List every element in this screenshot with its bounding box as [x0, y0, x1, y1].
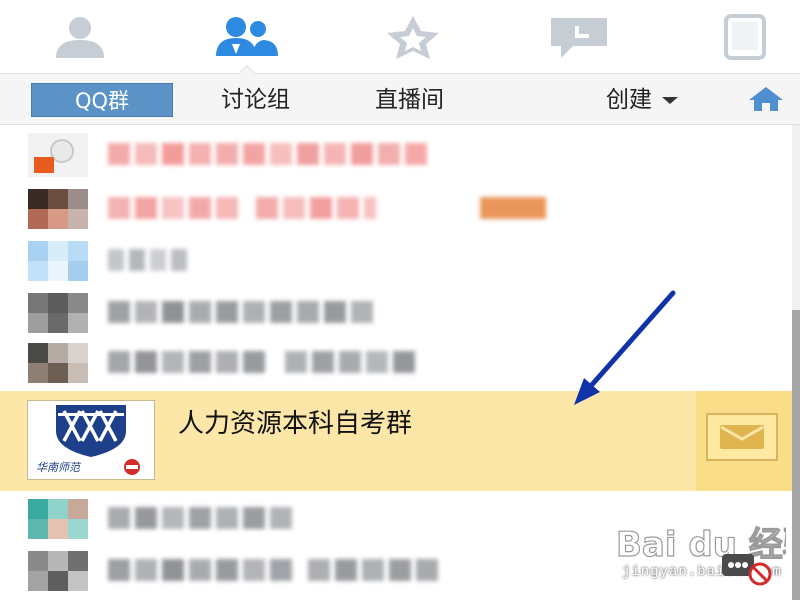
avatar	[28, 551, 90, 591]
list-item[interactable]	[0, 183, 792, 235]
blurred-group-name	[108, 143, 432, 167]
scrollbar-thumb[interactable]	[792, 310, 800, 600]
list-item[interactable]	[0, 287, 792, 339]
tablet-icon	[724, 13, 766, 60]
avatar	[28, 133, 88, 177]
tab-device[interactable]	[690, 0, 800, 73]
blurred-group-name	[108, 249, 192, 273]
envelope-icon	[720, 425, 764, 449]
avatar	[28, 189, 90, 229]
star-icon	[387, 15, 439, 59]
blocked-group-indicator	[722, 552, 774, 590]
avatar	[28, 241, 90, 281]
home-button[interactable]	[748, 86, 784, 116]
create-dropdown[interactable]: 创建	[606, 83, 678, 117]
list-item[interactable]	[0, 129, 792, 181]
group-icon	[216, 16, 278, 56]
lightbulb-icon	[28, 133, 88, 177]
blurred-group-name	[108, 197, 381, 221]
active-tab-pointer	[238, 65, 256, 74]
tab-discussion[interactable]: 讨论组	[198, 83, 313, 117]
tab-contacts[interactable]	[25, 0, 135, 73]
group-name: 人力资源本科自考群	[178, 409, 413, 439]
chat-bubble-icon	[551, 17, 607, 58]
list-scrollbar[interactable]	[792, 125, 800, 600]
tab-groups[interactable]	[192, 0, 302, 74]
tab-live-room[interactable]: 直播间	[352, 83, 467, 117]
group-message-area	[696, 391, 792, 491]
create-label: 创建	[606, 87, 652, 113]
avatar	[28, 293, 90, 333]
list-item-selected[interactable]: 华南师范 人力资源本科自考群	[0, 391, 792, 491]
chevron-down-icon	[662, 96, 678, 104]
no-entry-icon	[722, 554, 772, 586]
group-sub-tab-bar: QQ群 讨论组 直播间 创建	[0, 74, 800, 125]
blurred-group-name	[108, 301, 378, 325]
tab-qq-group[interactable]: QQ群	[31, 83, 173, 117]
send-message-button[interactable]	[706, 413, 778, 461]
tab-favorites[interactable]	[358, 0, 468, 73]
avatar: 华南师范	[27, 400, 155, 480]
tab-messages[interactable]	[524, 0, 634, 73]
blurred-group-name	[108, 351, 420, 375]
school-badge-text: 华南师范	[36, 461, 80, 474]
blurred-group-name	[108, 507, 297, 531]
list-item[interactable]	[0, 337, 792, 389]
blurred-group-name	[108, 559, 443, 583]
list-item[interactable]	[0, 235, 792, 287]
avatar	[28, 343, 90, 383]
blurred-badge	[480, 197, 551, 221]
home-icon	[749, 87, 783, 111]
contact-icon	[56, 16, 104, 58]
main-tab-bar	[0, 0, 800, 74]
avatar	[28, 499, 90, 539]
